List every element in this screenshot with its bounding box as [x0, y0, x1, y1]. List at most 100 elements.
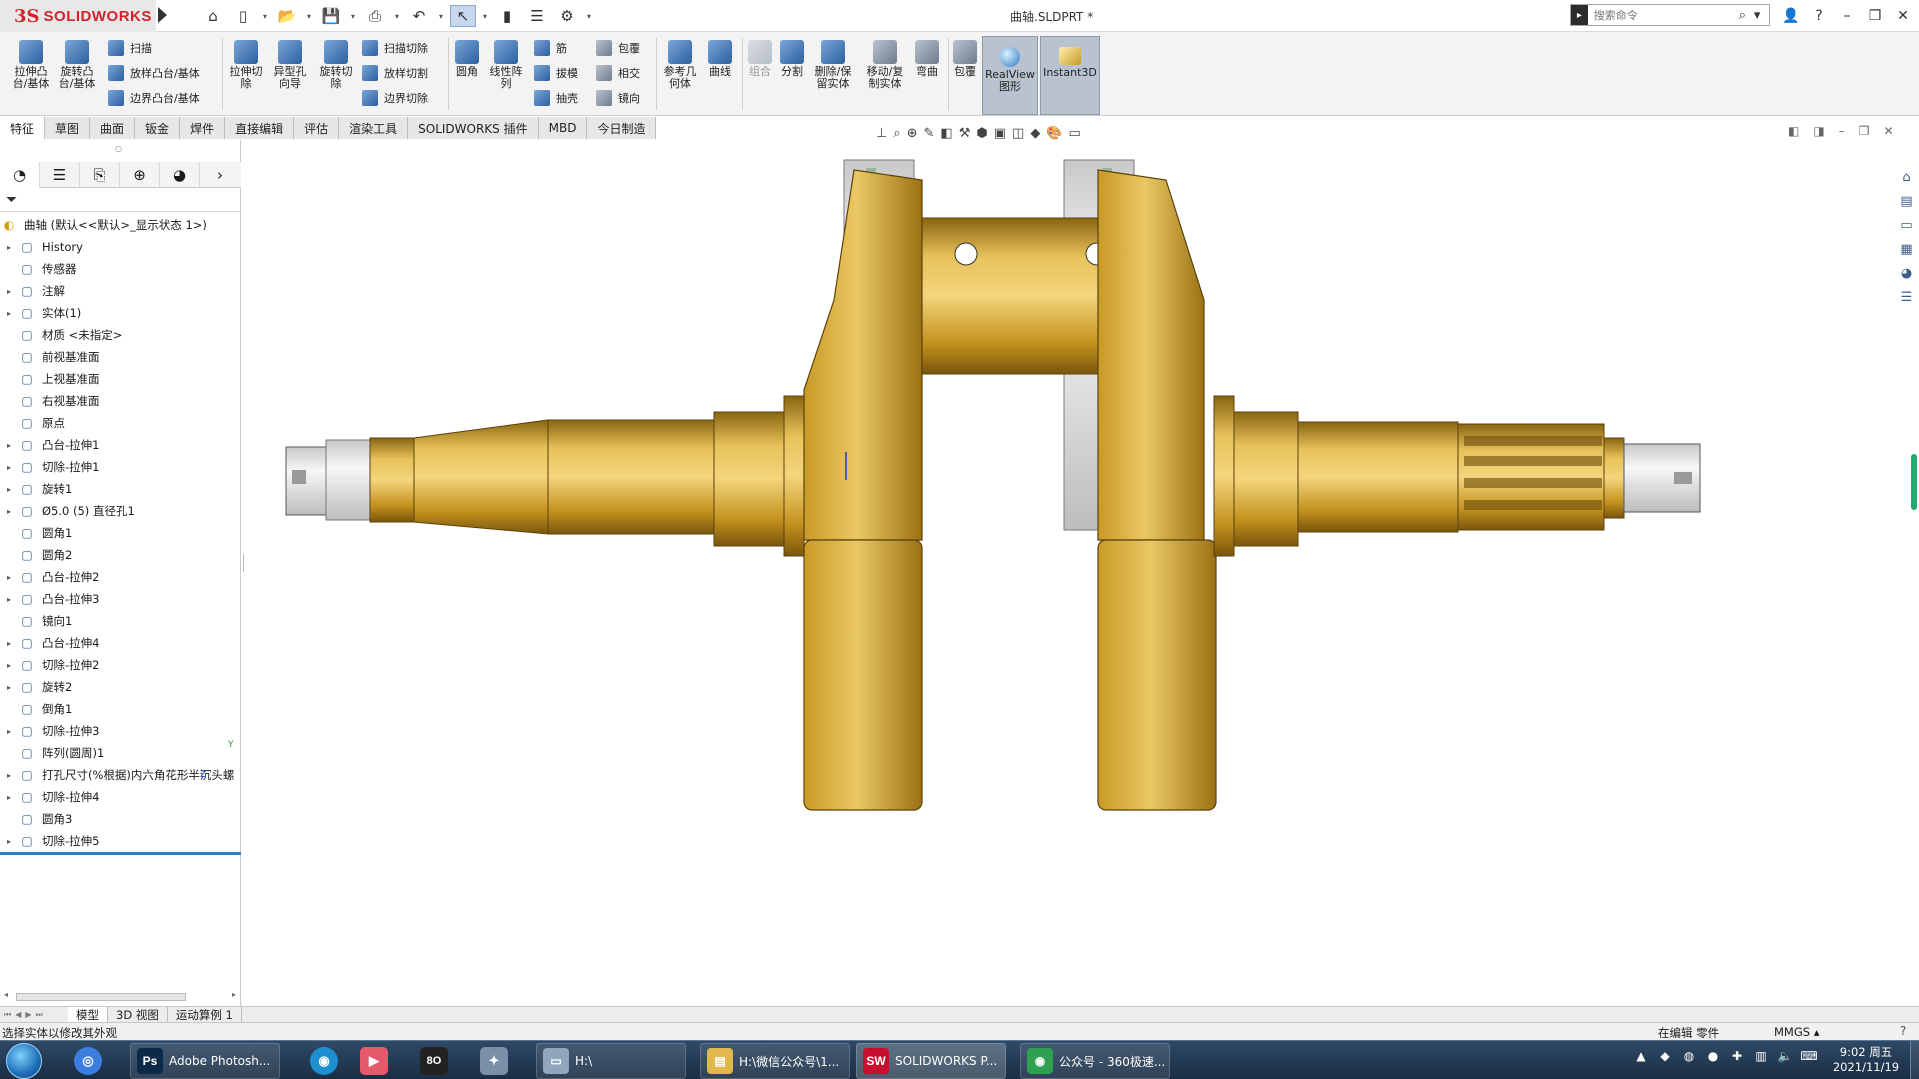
- dynamic-annotation-icon[interactable]: ⚒: [959, 126, 971, 141]
- pinned-app-360-icon[interactable]: ◎: [64, 1043, 112, 1079]
- tree-item[interactable]: ▸ ▢ 注解: [0, 280, 241, 302]
- model-tab-2[interactable]: 运动算例 1: [168, 1006, 242, 1023]
- expand-arrow-icon[interactable]: ▸: [0, 441, 18, 450]
- graphics-area[interactable]: Y Z: [200, 140, 1894, 1006]
- tree-item[interactable]: ▢ 材质 <未指定>: [0, 324, 241, 346]
- combine-button[interactable]: 组合: [746, 40, 774, 78]
- taskbar-app-button[interactable]: ◉ 公众号 - 360极速...: [1020, 1043, 1170, 1079]
- feature-manager-tab-icon[interactable]: ◔: [0, 161, 40, 188]
- tab-3[interactable]: 钣金: [135, 117, 181, 139]
- dropdown-arrow-icon[interactable]: ▾: [304, 5, 314, 27]
- expand-panel-chevron-icon[interactable]: ›: [200, 162, 240, 188]
- expand-arrow-icon[interactable]: ▸: [0, 243, 18, 252]
- solidworks-resources-icon[interactable]: ⌂: [1897, 168, 1917, 186]
- realview-graphics-toggle[interactable]: RealView 图形: [982, 36, 1038, 115]
- scrollbar-thumb[interactable]: [16, 993, 186, 1001]
- boundary-cut-button[interactable]: 边界切除: [362, 90, 428, 106]
- wrap-button[interactable]: 包覆: [596, 40, 640, 56]
- tree-item[interactable]: ▢ 圆角1: [0, 522, 241, 544]
- dropdown-arrow-icon[interactable]: ▾: [392, 5, 402, 27]
- curves-button[interactable]: 曲线: [704, 40, 736, 78]
- sweep-button[interactable]: 扫描: [108, 40, 152, 56]
- pinned-app-media-icon[interactable]: ▶: [350, 1043, 398, 1079]
- rib-button[interactable]: 筋: [534, 40, 567, 56]
- tab-0[interactable]: 特征: [0, 117, 46, 139]
- expand-arrow-icon[interactable]: ▸: [0, 485, 18, 494]
- tree-item[interactable]: ▸ ▢ 切除-拉伸5: [0, 830, 241, 852]
- extrude-boss-button[interactable]: 拉伸凸 台/基体: [10, 40, 52, 90]
- expand-arrow-icon[interactable]: ▸: [0, 771, 18, 780]
- scroll-left-arrow-icon[interactable]: ◂: [4, 990, 8, 999]
- first-tab-icon[interactable]: ⏮: [4, 1010, 11, 1020]
- doc-minimize-icon[interactable]: –: [1839, 124, 1845, 138]
- select-cursor-icon[interactable]: ↖: [450, 5, 476, 27]
- tab-5[interactable]: 直接编辑: [225, 117, 295, 139]
- tree-item[interactable]: ▸ ▢ 凸台-拉伸2: [0, 566, 241, 588]
- viewport-scroll-indicator[interactable]: [1911, 454, 1917, 510]
- file-properties-icon[interactable]: ☰: [524, 5, 550, 27]
- tree-item[interactable]: ▢ 前视基准面: [0, 346, 241, 368]
- menu-flyout-arrow-icon[interactable]: [158, 7, 167, 23]
- hole-wizard-button[interactable]: 异型孔 向导: [270, 40, 310, 90]
- view-orientation-icon[interactable]: ⊥: [876, 126, 887, 141]
- pinned-app-ok-icon[interactable]: 8O: [410, 1043, 458, 1079]
- tree-item[interactable]: ▢ 上视基准面: [0, 368, 241, 390]
- unit-system-selector[interactable]: MMGS ▴: [1774, 1025, 1820, 1039]
- tab-6[interactable]: 评估: [294, 117, 340, 139]
- taskbar-app-button[interactable]: Ps Adobe Photosh...: [130, 1043, 280, 1079]
- options-gear-icon[interactable]: ⚙: [554, 5, 580, 27]
- boundary-boss-button[interactable]: 边界凸台/基体: [108, 90, 200, 106]
- restore-window-icon[interactable]: ❐: [1864, 8, 1886, 24]
- extrude-cut-button[interactable]: 拉伸切 除: [226, 40, 266, 90]
- tree-item[interactable]: ▢ 圆角3: [0, 808, 241, 830]
- hide-show-items-icon[interactable]: ◫: [1012, 126, 1024, 141]
- expand-arrow-icon[interactable]: ▸: [0, 837, 18, 846]
- pinned-app-tool-icon[interactable]: ✦: [470, 1043, 518, 1079]
- print-icon[interactable]: ⎙: [362, 5, 388, 27]
- tray-volume-icon[interactable]: 🔈: [1776, 1047, 1794, 1065]
- fillet-button[interactable]: 圆角: [452, 40, 482, 78]
- section-view-icon[interactable]: ◧: [940, 126, 952, 141]
- home-icon[interactable]: ⌂: [200, 5, 226, 27]
- tree-item[interactable]: ▸ ▢ 凸台-拉伸1: [0, 434, 241, 456]
- tree-item[interactable]: ▸ ▢ 切除-拉伸2: [0, 654, 241, 676]
- tray-wechat-icon[interactable]: ◍: [1680, 1047, 1698, 1065]
- doc-restore-icon[interactable]: ❐: [1859, 124, 1870, 138]
- solidworks-logo[interactable]: 3S SOLIDWORKS: [0, 0, 156, 32]
- expand-arrow-icon[interactable]: ▸: [0, 309, 18, 318]
- tree-item[interactable]: ▸ ▢ 旋转2: [0, 676, 241, 698]
- intersect-button[interactable]: 相交: [596, 65, 640, 81]
- search-command-box[interactable]: ▸ ⌕ ▾: [1570, 4, 1770, 26]
- tree-item[interactable]: ▸ ▢ Ø5.0 (5) 直径孔1: [0, 500, 241, 522]
- system-clock[interactable]: 9:02 周五 2021/11/19: [1826, 1045, 1906, 1075]
- tree-item[interactable]: ▢ 原点: [0, 412, 241, 434]
- view-settings-icon[interactable]: ▭: [1069, 126, 1081, 141]
- appearances-scenes-icon[interactable]: ◕: [1897, 264, 1917, 282]
- user-account-icon[interactable]: 👤: [1780, 8, 1802, 24]
- prev-tab-icon[interactable]: ◀: [15, 1010, 21, 1019]
- tray-ime-icon[interactable]: ⌨: [1800, 1047, 1818, 1065]
- open-document-icon[interactable]: 📂: [274, 5, 300, 27]
- tree-item[interactable]: ▢ 镜向1: [0, 610, 241, 632]
- dropdown-arrow-icon[interactable]: ▾: [348, 5, 358, 27]
- panel-drag-grip-icon[interactable]: ○: [115, 144, 122, 153]
- show-desktop-button[interactable]: [1910, 1041, 1919, 1079]
- windows-start-button[interactable]: [6, 1043, 42, 1079]
- dropdown-arrow-icon[interactable]: ▾: [480, 5, 490, 27]
- undo-icon[interactable]: ↶: [406, 5, 432, 27]
- tray-ok-icon[interactable]: ●: [1704, 1047, 1722, 1065]
- file-explorer-icon[interactable]: ▭: [1897, 216, 1917, 234]
- tab-7[interactable]: 渲染工具: [339, 117, 409, 139]
- property-manager-tab-icon[interactable]: ☰: [40, 161, 80, 188]
- flex-button[interactable]: 弯曲: [912, 40, 942, 78]
- tree-item[interactable]: ▸ ▢ 凸台-拉伸4: [0, 632, 241, 654]
- save-icon[interactable]: 💾: [318, 5, 344, 27]
- tree-item[interactable]: ▸ ▢ History: [0, 236, 241, 258]
- tree-item[interactable]: ▢ 阵列(圆周)1: [0, 742, 241, 764]
- last-tab-icon[interactable]: ⏭: [36, 1010, 43, 1020]
- reference-geometry-button[interactable]: 参考几 何体: [660, 40, 700, 90]
- help-icon[interactable]: ?: [1808, 8, 1830, 24]
- expand-arrow-icon[interactable]: ▸: [0, 639, 18, 648]
- shell-button[interactable]: 抽壳: [534, 90, 578, 106]
- tray-notification-icon[interactable]: ▲: [1632, 1047, 1650, 1065]
